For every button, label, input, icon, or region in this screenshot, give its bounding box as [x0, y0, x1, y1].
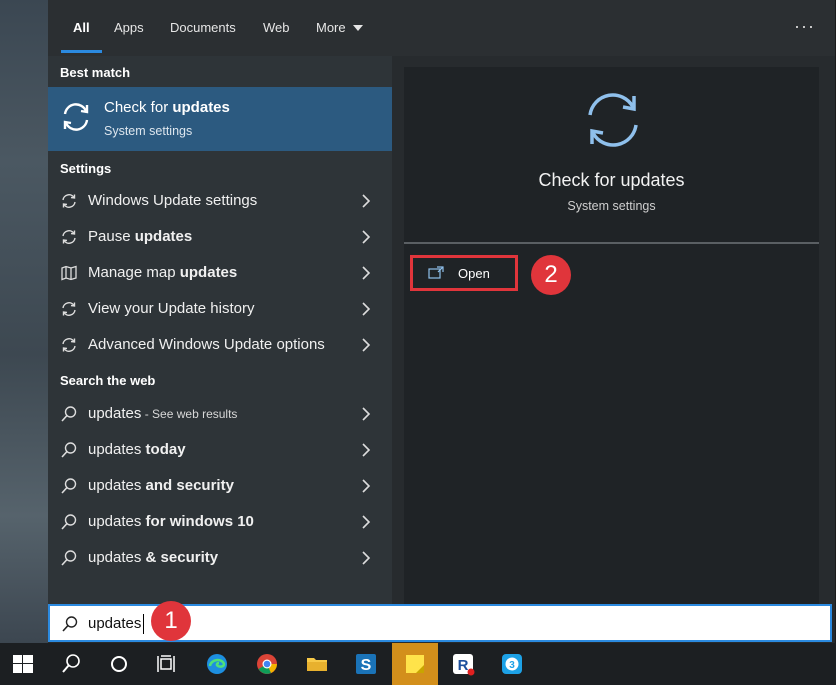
- sway-icon[interactable]: S: [343, 643, 389, 685]
- best-match-subtitle: System settings: [104, 124, 193, 138]
- search-icon: [61, 550, 77, 566]
- settings-item-label: View your Update history: [88, 300, 255, 317]
- text-cursor: [143, 614, 144, 634]
- open-button-label: Open: [458, 266, 490, 281]
- web-result-label: updates and security: [88, 477, 234, 494]
- tab-label: All: [73, 20, 90, 35]
- refresh-icon: [62, 338, 76, 352]
- open-button[interactable]: Open: [410, 255, 518, 291]
- web-result-label: updates today: [88, 441, 186, 458]
- best-match-header: Best match: [60, 65, 131, 80]
- refresh-icon: [62, 230, 76, 244]
- chevron-right-icon: [362, 338, 371, 352]
- settings-item-update-history[interactable]: View your Update history: [48, 291, 392, 327]
- search-icon: [61, 478, 77, 494]
- edge-icon[interactable]: [194, 643, 240, 685]
- cortana-icon[interactable]: [96, 643, 142, 685]
- chevron-right-icon: [362, 515, 371, 529]
- preview-subtitle: System settings: [567, 199, 656, 213]
- svg-text:S: S: [361, 657, 372, 674]
- results-list: Best match Check for updates System sett…: [48, 56, 392, 604]
- map-icon: [61, 265, 77, 281]
- chevron-right-icon: [362, 302, 371, 316]
- refresh-icon: [62, 302, 76, 316]
- tab-label: More: [316, 20, 346, 35]
- settings-item-label: Advanced Windows Update options: [88, 336, 325, 353]
- chevron-right-icon: [362, 443, 371, 457]
- tab-label: Apps: [114, 20, 144, 35]
- web-result-item[interactable]: updates today: [48, 432, 392, 468]
- taskbar: S R 3: [0, 643, 836, 685]
- refresh-icon: [588, 93, 638, 147]
- chevron-right-icon: [362, 230, 371, 244]
- refresh-icon: [63, 103, 89, 131]
- app-3-icon[interactable]: 3: [489, 643, 535, 685]
- tab-more[interactable]: More: [316, 0, 363, 56]
- tab-all[interactable]: All: [61, 0, 101, 56]
- settings-item-label: Manage map updates: [88, 264, 238, 281]
- search-icon: [61, 514, 77, 530]
- windows-start-icon[interactable]: [0, 643, 46, 685]
- web-result-label: updates - See web results: [88, 405, 238, 422]
- settings-item-label: Windows Update settings: [88, 192, 258, 209]
- search-web-header: Search the web: [60, 373, 156, 388]
- tab-label: Documents: [170, 20, 236, 35]
- settings-item-manage-map-updates[interactable]: Manage map updates: [48, 255, 392, 291]
- search-icon: [61, 442, 77, 458]
- task-view-icon[interactable]: [144, 643, 190, 685]
- tab-documents[interactable]: Documents: [170, 0, 236, 56]
- chevron-right-icon: [362, 194, 371, 208]
- search-icon: [61, 406, 77, 422]
- ellipsis-icon[interactable]: ···: [794, 16, 815, 37]
- web-result-item[interactable]: updates - See web results: [48, 396, 392, 432]
- tab-apps[interactable]: Apps: [114, 0, 144, 56]
- divider: [404, 242, 819, 244]
- svg-text:R: R: [458, 657, 469, 674]
- tab-web[interactable]: Web: [263, 0, 290, 56]
- desktop-background: [0, 0, 50, 645]
- open-window-icon: [428, 266, 444, 279]
- chevron-right-icon: [362, 266, 371, 280]
- web-result-item[interactable]: updates & security: [48, 540, 392, 576]
- chevron-right-icon: [362, 551, 371, 565]
- chevron-right-icon: [362, 407, 371, 421]
- refresh-icon: [62, 194, 76, 208]
- preview-pane: Check for updates System settings Open: [404, 67, 819, 604]
- best-match-item[interactable]: Check for updates System settings: [48, 87, 392, 151]
- app-r-icon[interactable]: R: [440, 643, 486, 685]
- file-explorer-icon[interactable]: [294, 643, 340, 685]
- settings-item-advanced-options[interactable]: Advanced Windows Update options: [48, 327, 392, 363]
- settings-item-windows-update[interactable]: Windows Update settings: [48, 183, 392, 219]
- settings-header: Settings: [60, 161, 112, 176]
- best-match-title: Check for updates: [104, 99, 230, 116]
- settings-item-label: Pause updates: [88, 228, 193, 245]
- web-result-item[interactable]: updates and security: [48, 468, 392, 504]
- caret-down-icon: [352, 24, 363, 31]
- search-icon: [62, 616, 78, 632]
- sticky-notes-icon[interactable]: [392, 643, 438, 685]
- web-result-item[interactable]: updates for windows 10: [48, 504, 392, 540]
- search-tabs-bar: All Apps Documents Web More ···: [48, 0, 835, 56]
- web-result-label: updates & security: [88, 549, 219, 566]
- settings-item-pause-updates[interactable]: Pause updates: [48, 219, 392, 255]
- chrome-icon[interactable]: [244, 643, 290, 685]
- tab-label: Web: [263, 20, 290, 35]
- svg-text:3: 3: [509, 660, 515, 671]
- web-result-label: updates for windows 10: [88, 513, 254, 530]
- chevron-right-icon: [362, 479, 371, 493]
- annotation-badge-2: 2: [531, 255, 571, 295]
- search-icon[interactable]: [48, 643, 94, 685]
- preview-title: Check for updates: [538, 170, 685, 190]
- annotation-badge-1: 1: [151, 601, 191, 641]
